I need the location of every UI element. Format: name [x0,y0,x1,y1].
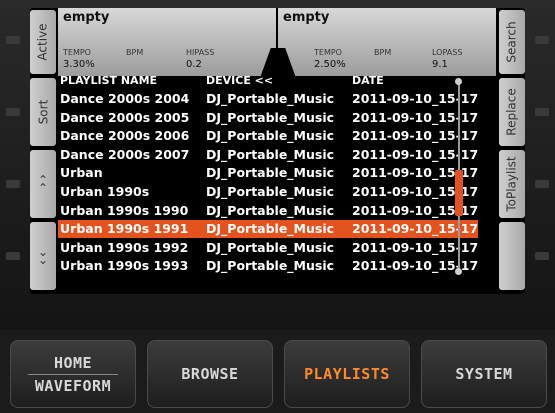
table-row[interactable]: Urban 1990s 1993 DJ_Portable_Music 2011-09… [58,257,478,275]
bezel-tick [535,252,549,260]
bezel-tick [6,252,20,260]
browse-label: BROWSE [181,365,239,383]
playlist-name-cell: Dance 2000s 2007 [60,146,190,162]
playlists-label: PLAYLISTS [304,365,390,383]
bezel-tick [6,180,20,188]
search-button[interactable]: Search [499,10,525,74]
to-playlist-button[interactable]: ToPlaylist [499,150,525,218]
bezel-tick [535,180,549,188]
deck-right-panel: empty TEMPO BPM LOPASS 2.50% 9.1 [278,8,496,76]
deck-left-title: empty [63,10,110,25]
playlist-name-cell: Urban 1990s 1992 [60,239,189,255]
browse-button[interactable]: BROWSE [147,340,273,408]
sort-button-label: Sort [35,99,50,125]
scrollbar-bottom-cap [455,268,462,275]
active-button[interactable]: Active [30,10,56,74]
table-row[interactable]: Dance 2000s 2005 DJ_Portable_Music 2011-09… [58,109,478,127]
deck-left-tempo-value: 3.30% [63,59,95,70]
bezel-tick [535,108,549,116]
search-button-label: Search [505,21,520,63]
device-cell: DJ_Portable_Music [206,239,335,255]
home-waveform-button[interactable]: HOME WAVEFORM [10,340,136,408]
column-header-name[interactable]: PLAYLIST NAME [60,74,157,87]
deck-right-filter-value: 9.1 [432,59,448,70]
bezel-tick [535,36,549,44]
device-cell: DJ_Portable_Music [206,165,335,181]
to-playlist-button-label: ToPlaylist [505,156,520,212]
table-row[interactable]: Dance 2000s 2004 DJ_Portable_Music 2011-09… [58,90,478,108]
playlist-name-cell: Dance 2000s 2004 [60,91,190,106]
deck-right-title: empty [283,10,330,25]
playlist-name-cell: Urban 1990s 1991 [60,221,189,237]
playlist-name-cell: Dance 2000s 2005 [60,109,190,125]
device-cell: DJ_Portable_Music [206,258,335,274]
playlist-name-cell: Urban 1990s 1990 [60,202,189,218]
deck-left-tempo-label: TEMPO [63,48,91,57]
device-cell: DJ_Portable_Music [206,221,335,237]
active-button-label: Active [36,23,50,61]
scrollbar-thumb[interactable] [455,170,463,216]
replace-button-label: Replace [505,88,519,136]
bezel-tick [6,36,20,44]
device-cell: DJ_Portable_Music [206,184,335,199]
label-divider [28,373,118,375]
home-label: HOME [53,353,93,372]
empty-side-button[interactable] [499,222,525,290]
waveform-label: WAVEFORM [34,376,112,395]
device-cell: DJ_Portable_Music [206,146,335,162]
replace-button[interactable]: Replace [499,78,525,146]
sort-button[interactable]: Sort [30,78,56,146]
table-row[interactable]: Urban DJ_Portable_Music 2011-09-10_15-17 [58,164,478,182]
column-header-device[interactable]: DEVICE << [206,74,273,87]
playlist-name-cell: Dance 2000s 2006 [60,128,190,144]
table-row[interactable]: Dance 2000s 2006 DJ_Portable_Music 2011-09… [58,127,478,145]
table-row[interactable]: Urban 1990s DJ_Portable_Music 2011-09-10_1… [58,183,478,201]
table-row[interactable]: Urban 1990s 1990 DJ_Portable_Music 2011-09… [58,202,478,220]
playlist-name-cell: Urban 1990s [60,184,150,199]
scroll-down-button[interactable]: ⌄ ⌄ [30,222,56,290]
column-header-date[interactable]: DATE [352,74,384,87]
scroll-up-button[interactable]: ⌃ ⌃ [30,150,56,218]
device-cell: DJ_Portable_Music [206,109,335,125]
system-button[interactable]: SYSTEM [421,340,547,408]
deck-left-bpm-label: BPM [126,48,144,57]
table-row[interactable]: Urban 1990s 1991 DJ_Portable_Music 2011-09… [58,220,478,239]
deck-right-filter-label: LOPASS [432,48,463,57]
deck-left-filter-value: 0.2 [186,59,202,70]
chevron-up-icon: ⌃ ⌃ [37,173,49,195]
playlist-name-cell: Urban 1990s 1993 [60,258,189,274]
table-row[interactable]: Dance 2000s 2007 DJ_Portable_Music 2011-09… [58,146,478,164]
table-row[interactable]: Urban 1990s 1992 DJ_Portable_Music 2011-09… [58,239,478,257]
deck-left-filter-label: HIPASS [186,48,215,57]
playlists-button[interactable]: PLAYLISTS [284,340,410,408]
device-cell: DJ_Portable_Music [206,202,335,218]
deck-right-tempo-value: 2.50% [314,59,346,70]
chevron-down-icon: ⌄ ⌄ [37,245,49,267]
deck-left-panel: empty TEMPO BPM HIPASS 3.30% 0.2 [58,8,276,76]
bezel-tick [6,108,20,116]
system-label: SYSTEM [455,365,513,383]
deck-right-tempo-label: TEMPO [314,48,342,57]
device-cell: DJ_Portable_Music [206,128,335,144]
scrollbar-top-cap [455,78,462,85]
playlist-name-cell: Urban [60,165,103,181]
deck-right-bpm-label: BPM [374,48,392,57]
device-cell: DJ_Portable_Music [206,91,335,106]
